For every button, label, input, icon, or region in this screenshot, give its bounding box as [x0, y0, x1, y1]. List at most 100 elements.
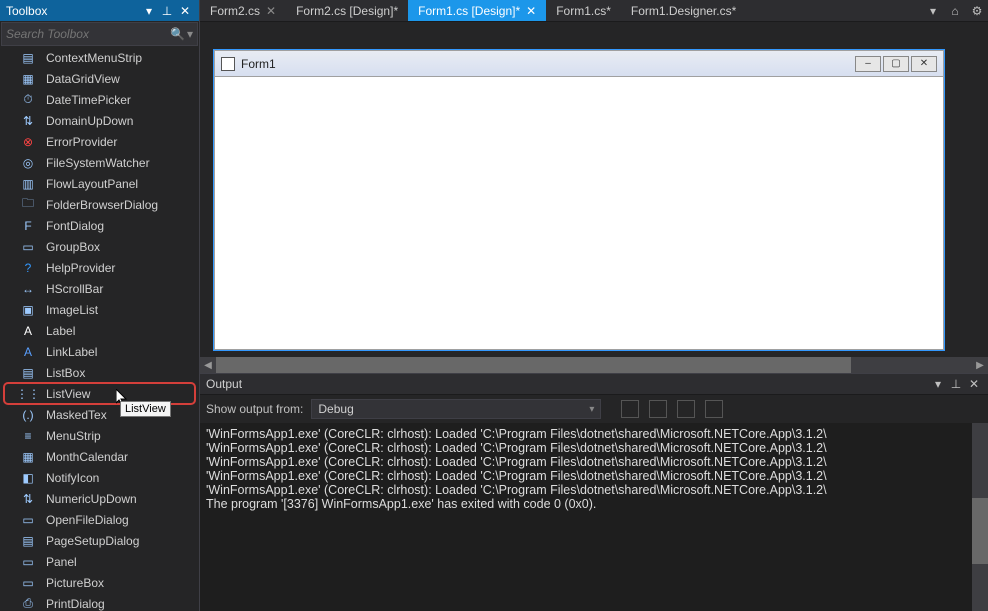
toolbox-item-label: PageSetupDialog [46, 534, 139, 548]
toolbox-item-maskedtex[interactable]: (.)MaskedTex [0, 404, 199, 425]
list-icon[interactable] [705, 400, 723, 418]
toolbox-item-datetimepicker[interactable]: ⏱DateTimePicker [0, 89, 199, 110]
tab-form1-cs-design-[interactable]: Form1.cs [Design]*✕ [408, 0, 546, 21]
toolbox-item-printdialog[interactable]: ⎙PrintDialog [0, 593, 199, 611]
scroll-thumb[interactable] [216, 357, 851, 373]
toolbox-item-linklabel[interactable]: A LinkLabel [0, 341, 199, 362]
toolbox-item-listbox[interactable]: ▤ListBox [0, 362, 199, 383]
folder-icon: 🗀 [20, 197, 36, 213]
toolbox-item-flowlayoutpanel[interactable]: ▥FlowLayoutPanel [0, 173, 199, 194]
toolbox-item-label: PictureBox [46, 576, 104, 590]
output-text[interactable]: 'WinFormsApp1.exe' (CoreCLR: clrhost): L… [200, 423, 988, 611]
toolbox-item-pagesetupdialog[interactable]: ▤PageSetupDialog [0, 530, 199, 551]
toolbox-item-picturebox[interactable]: ▭ PictureBox [0, 572, 199, 593]
close-icon[interactable]: ✕ [266, 4, 276, 18]
scroll-track[interactable] [216, 357, 972, 373]
minimize-button[interactable]: – [855, 56, 881, 72]
scroll-left-icon[interactable]: ◀ [200, 357, 216, 373]
toolbox-item-domainupdown[interactable]: ⇅DomainUpDown [0, 110, 199, 131]
maximize-button[interactable]: ▢ [883, 56, 909, 72]
toolbox-title-text: Toolbox [6, 4, 139, 18]
output-source-value: Debug [318, 402, 353, 416]
toolbox-item-label: OpenFileDialog [46, 513, 129, 527]
toolbox-item-helpprovider[interactable]: ?HelpProvider [0, 257, 199, 278]
output-source-select[interactable]: Debug ▾ [311, 399, 601, 419]
output-toolbar-icons [621, 400, 723, 418]
chevron-down-icon[interactable]: ▾ [922, 0, 944, 21]
dropdown-icon[interactable]: ▾ [141, 3, 157, 19]
toolbox-item-label: DomainUpDown [46, 114, 133, 128]
groupbox-icon: ▭ [20, 239, 36, 255]
maskedtext-icon: (.) [20, 407, 36, 423]
horizontal-scrollbar[interactable]: ◀ ▶ [200, 357, 988, 373]
output-line: 'WinFormsApp1.exe' (CoreCLR: clrhost): L… [206, 469, 982, 483]
tab-label: Form1.cs* [556, 4, 611, 18]
search-input[interactable] [6, 27, 168, 41]
toolbox-item-imagelist[interactable]: ▣ImageList [0, 299, 199, 320]
tab-form2-cs[interactable]: Form2.cs✕ [200, 0, 286, 21]
tab-form1-designer-cs-[interactable]: Form1.Designer.cs* [621, 0, 746, 21]
close-icon[interactable]: ✕ [966, 376, 982, 392]
toolbox-item-datagridview[interactable]: ▦DataGridView [0, 68, 199, 89]
toolbox-item-filesystemwatcher[interactable]: ◎FileSystemWatcher [0, 152, 199, 173]
toolbox-list[interactable]: ▤ContextMenuStrip▦DataGridView⏱DateTimeP… [0, 47, 199, 611]
close-button[interactable]: ✕ [911, 56, 937, 72]
close-icon[interactable]: ✕ [526, 4, 536, 18]
openfile-icon: ▭ [20, 512, 36, 528]
pin-icon[interactable]: ⊥ [948, 376, 964, 392]
toolbox-item-label[interactable]: ALabel [0, 320, 199, 341]
tab-bar: Form2.cs✕ Form2.cs [Design]* Form1.cs [Des… [200, 0, 988, 22]
toolbox-item-panel[interactable]: ▭Panel [0, 551, 199, 572]
toolbox-item-label: NotifyIcon [46, 471, 99, 485]
output-header: Output ▾ ⊥ ✕ [200, 374, 988, 395]
toolbox-item-listview[interactable]: ⋮⋮ListViewListView [4, 383, 195, 404]
form-titlebar[interactable]: Form1 – ▢ ✕ [215, 51, 943, 77]
toolbox-item-label: FolderBrowserDialog [46, 198, 158, 212]
clear-all-icon[interactable] [621, 400, 639, 418]
listbox-icon: ▤ [20, 365, 36, 381]
scroll-right-icon[interactable]: ▶ [972, 357, 988, 373]
home-icon[interactable]: ⌂ [944, 0, 966, 21]
file-watcher-icon: ◎ [20, 155, 36, 171]
toolbox-item-openfiledialog[interactable]: ▭ OpenFileDialog [0, 509, 199, 530]
form-window[interactable]: Form1 – ▢ ✕ [214, 50, 944, 350]
toggle-wrap-icon[interactable] [649, 400, 667, 418]
toolbox-item-monthcalendar[interactable]: ▦MonthCalendar [0, 446, 199, 467]
dropdown-icon[interactable]: ▾ [930, 376, 946, 392]
toolbox-item-folderbrowserdialog[interactable]: 🗀 FolderBrowserDialog [0, 194, 199, 215]
main-area: Form2.cs✕ Form2.cs [Design]* Form1.cs [Des… [200, 0, 988, 611]
linklabel-icon: A [20, 344, 36, 360]
output-panel: Output ▾ ⊥ ✕ Show output from: Debug ▾ '… [200, 373, 988, 611]
output-line: 'WinFormsApp1.exe' (CoreCLR: clrhost): L… [206, 427, 982, 441]
output-line: 'WinFormsApp1.exe' (CoreCLR: clrhost): L… [206, 483, 982, 497]
toolbox-item-errorprovider[interactable]: ⊗ErrorProvider [0, 131, 199, 152]
toolbox-item-label: LinkLabel [46, 345, 97, 359]
toolbox-item-menustrip[interactable]: ≡MenuStrip [0, 425, 199, 446]
pin-icon[interactable]: ⊥ [159, 3, 175, 19]
designer-surface[interactable]: Form1 – ▢ ✕ ◀ ▶ [200, 22, 988, 373]
show-output-label: Show output from: [206, 402, 303, 416]
toolbox-item-contextmenustrip[interactable]: ▤ContextMenuStrip [0, 47, 199, 68]
tab-form1-cs-[interactable]: Form1.cs* [546, 0, 621, 21]
tab-label: Form2.cs [Design]* [296, 4, 398, 18]
listview-icon: ⋮⋮ [20, 386, 36, 402]
toolbox-item-fontdialog[interactable]: FFontDialog [0, 215, 199, 236]
error-icon: ⊗ [20, 134, 36, 150]
toolbox-titlebar: Toolbox ▾ ⊥ ✕ [0, 0, 199, 21]
scroll-thumb[interactable] [972, 498, 988, 564]
grid-icon: ▦ [20, 71, 36, 87]
indent-icon[interactable] [677, 400, 695, 418]
toolbox-item-groupbox[interactable]: ▭GroupBox [0, 236, 199, 257]
tab-form2-cs-design-[interactable]: Form2.cs [Design]* [286, 0, 408, 21]
close-icon[interactable]: ✕ [177, 3, 193, 19]
toolbox-item-notifyicon[interactable]: ◧NotifyIcon [0, 467, 199, 488]
toolbox-item-numericupdown[interactable]: ⇅NumericUpDown [0, 488, 199, 509]
dropdown-icon[interactable]: ▾ [187, 27, 193, 41]
hscroll-icon: ↔ [20, 281, 36, 297]
toolbox-item-label: DateTimePicker [46, 93, 131, 107]
vertical-scrollbar[interactable] [972, 423, 988, 611]
gear-icon[interactable]: ⚙ [966, 0, 988, 21]
toolbox-item-hscrollbar[interactable]: ↔HScrollBar [0, 278, 199, 299]
picture-icon: ▭ [20, 575, 36, 591]
toolbox-search[interactable]: 🔍 ▾ [1, 22, 198, 46]
